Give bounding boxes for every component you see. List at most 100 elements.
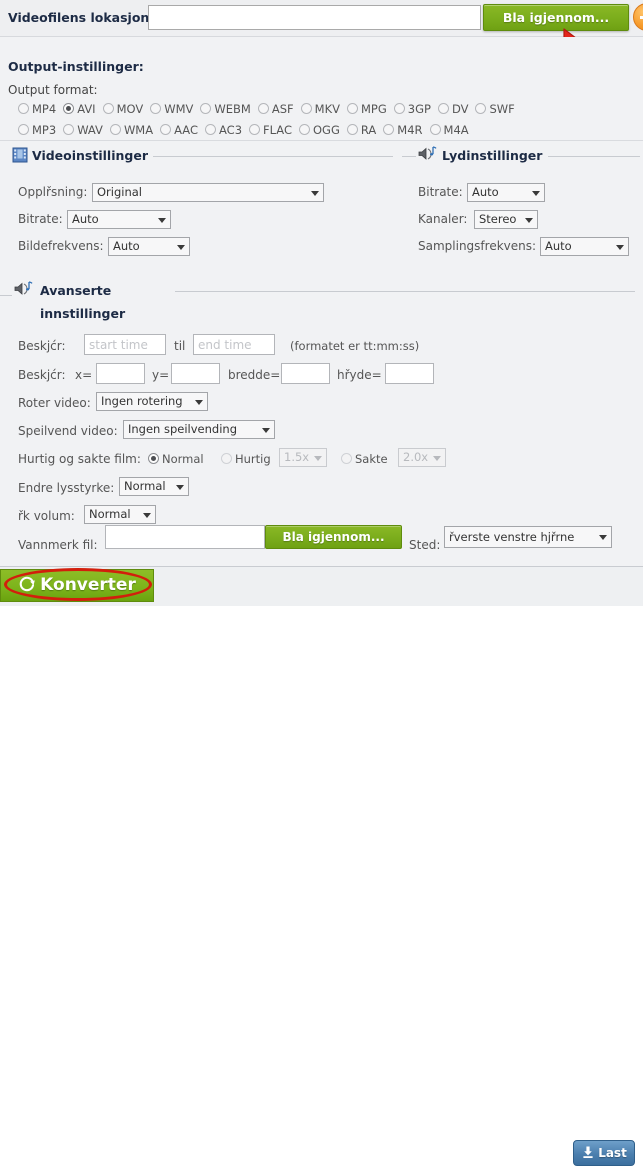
rotate-select[interactable]: Ingen rotering — [96, 392, 208, 411]
advanced-settings-panel: Avanserte innstillinger Beskjćr: til (fo… — [0, 260, 643, 566]
speaker-music-icon — [418, 146, 437, 160]
speed-slow-select[interactable]: 2.0x — [398, 448, 446, 467]
format-radio-m4r[interactable]: M4R — [383, 123, 423, 137]
watermark-browse-button[interactable]: Bla igjennom... — [265, 525, 402, 549]
bottom-action-bar: Konverter Last — [0, 566, 643, 1166]
crop-height-input[interactable] — [385, 363, 434, 384]
video-converter-app: Videofilens lokasjon: Bla igjennom... Ou… — [0, 0, 643, 1166]
volume-select[interactable]: Normal — [84, 505, 156, 524]
add-file-button[interactable] — [633, 3, 643, 31]
radio-label: 3GP — [407, 101, 431, 116]
format-radio-mkv[interactable]: MKV — [300, 101, 340, 116]
radio-label: MP4 — [32, 101, 57, 116]
convert-button-label: Konverter — [40, 575, 136, 595]
crop-x-input[interactable] — [96, 363, 145, 384]
format-radio-avi[interactable]: AVI — [63, 102, 96, 116]
radio-indicator — [437, 102, 449, 114]
format-radio-ogg[interactable]: OGG — [299, 123, 340, 137]
channels-select[interactable]: Stereo — [474, 210, 538, 229]
watermark-file-input[interactable] — [105, 525, 265, 549]
samplerate-label: Samplingsfrekvens: — [418, 239, 537, 253]
output-format-row-audio: MP3 WAV WMA AAC AC3 FLAC OGG RA M4R M4A — [18, 122, 638, 143]
samplerate-select[interactable]: Auto — [540, 237, 629, 256]
radio-indicator — [18, 123, 29, 135]
framerate-select[interactable]: Auto — [108, 237, 190, 256]
video-bitrate-select[interactable]: Auto — [67, 210, 171, 229]
format-radio-m4a[interactable]: M4A — [429, 123, 469, 137]
format-radio-webm[interactable]: WEBM — [200, 102, 251, 116]
format-radio-flac[interactable]: FLAC — [249, 123, 292, 137]
radio-indicator — [63, 102, 75, 114]
speed-fast-select[interactable]: 1.5x — [279, 448, 327, 467]
radio-indicator — [383, 123, 395, 135]
format-radio-mpg[interactable]: MPG — [346, 102, 387, 116]
output-format-radio-group: MP4 AVI MOV WMV WEBM ASF MKV MPG 3GP DV SWF MP3 WAV… — [18, 101, 638, 143]
format-radio-ac3[interactable]: AC3 — [205, 123, 242, 137]
brightness-select[interactable]: Normal — [119, 477, 189, 496]
speed-fast-value: 1.5x — [284, 450, 310, 464]
brightness-value: Normal — [124, 479, 166, 493]
chevron-down-icon — [177, 244, 185, 250]
chevron-down-icon — [262, 427, 270, 433]
speed-fast-label: Hurtig — [235, 452, 271, 466]
format-radio-swf[interactable]: SWF — [475, 102, 515, 116]
trim-start-input[interactable] — [84, 334, 166, 355]
trim-label: Beskjćr: — [18, 339, 66, 353]
radio-indicator — [150, 102, 162, 114]
format-radio-wma[interactable]: WMA — [109, 123, 153, 137]
chevron-down-icon — [195, 399, 203, 405]
resolution-select[interactable]: Original — [92, 183, 324, 202]
format-radio-mp3[interactable]: MP3 — [18, 123, 56, 137]
format-radio-mp4[interactable]: MP4 — [18, 102, 56, 116]
format-radio-wav[interactable]: WAV — [63, 123, 103, 137]
format-radio-ra[interactable]: RA — [346, 122, 377, 137]
radio-label: AAC — [174, 122, 198, 137]
radio-label: DV — [451, 101, 469, 116]
crop-width-label: bredde= — [228, 368, 281, 382]
radio-label: MKV — [314, 101, 340, 116]
watermark-label: Vannmerk fil: — [18, 538, 98, 552]
crop-label: Beskjćr: — [18, 368, 66, 382]
brightness-label: Endre lysstyrke: — [18, 481, 115, 495]
watermark-position-label: Sted: — [409, 538, 441, 552]
audio-bitrate-select[interactable]: Auto — [467, 183, 545, 202]
output-format-label: Output format: — [8, 83, 98, 97]
radio-label: WAV — [77, 122, 103, 137]
speed-fast-radio[interactable]: Hurtig — [221, 452, 271, 466]
radio-label: OGG — [313, 122, 340, 137]
format-radio-mov[interactable]: MOV — [102, 102, 143, 116]
speed-label: Hurtig og sakte film: — [18, 452, 141, 466]
browse-file-button[interactable]: Bla igjennom... — [483, 4, 629, 31]
download-button-label: Last — [598, 1146, 627, 1160]
speed-slow-radio[interactable]: Sakte — [341, 452, 388, 466]
audio-bitrate-label: Bitrate: — [418, 185, 463, 199]
watermark-position-select[interactable]: řverste venstre hjřrne — [444, 526, 612, 548]
crop-width-input[interactable] — [281, 363, 330, 384]
radio-indicator — [18, 102, 29, 114]
radio-indicator — [102, 102, 114, 114]
volume-label: řk volum: — [18, 509, 75, 523]
crop-y-input[interactable] — [171, 363, 220, 384]
framerate-label: Bildefrekvens: — [18, 239, 104, 253]
output-format-row-video: MP4 AVI MOV WMV WEBM ASF MKV MPG 3GP DV SWF — [18, 101, 638, 122]
trim-to-label: til — [174, 339, 186, 353]
trim-end-input[interactable] — [193, 334, 275, 355]
format-radio-aac[interactable]: AAC — [160, 123, 198, 137]
radio-indicator — [346, 102, 358, 114]
speed-normal-radio[interactable]: Normal — [148, 452, 204, 466]
video-settings-heading: Videoinstillinger — [32, 148, 148, 163]
resolution-value: Original — [97, 185, 143, 199]
convert-button[interactable]: Konverter — [0, 569, 154, 602]
format-radio-wmv[interactable]: WMV — [150, 102, 193, 116]
flip-select[interactable]: Ingen speilvending — [123, 420, 275, 439]
chevron-down-icon — [525, 217, 533, 223]
format-radio-asf[interactable]: ASF — [257, 102, 294, 116]
format-radio-3gp[interactable]: 3GP — [393, 101, 431, 116]
download-button[interactable]: Last — [573, 1140, 635, 1166]
format-radio-dv[interactable]: DV — [437, 101, 469, 116]
radio-label: RA — [360, 122, 377, 137]
radio-indicator — [160, 123, 172, 135]
resolution-label: Opplřsning: — [18, 185, 88, 199]
file-location-input[interactable] — [148, 5, 481, 30]
video-bitrate-value: Auto — [72, 212, 99, 226]
